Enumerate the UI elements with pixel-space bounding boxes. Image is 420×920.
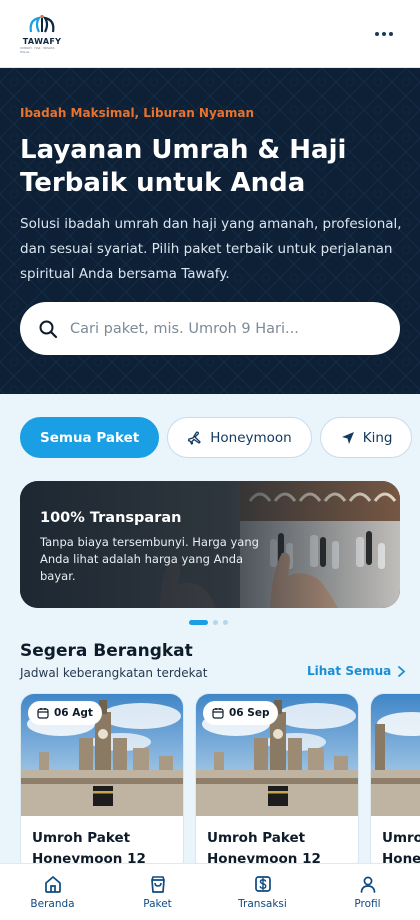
date-badge: 06 Sep: [203, 701, 279, 725]
search-bar[interactable]: [20, 302, 400, 355]
package-card[interactable]: Umroh Paket Honeymoon 12 Hari: [370, 693, 420, 863]
filter-chip-label: King: [362, 429, 393, 446]
calendar-icon: [212, 708, 224, 719]
nav-item-label: Beranda: [30, 898, 75, 910]
more-dot-icon: [382, 31, 386, 36]
search-input[interactable]: [70, 320, 380, 337]
pagination-dot-active[interactable]: [189, 620, 208, 625]
more-menu-button[interactable]: [370, 20, 398, 48]
package-card[interactable]: 06 Agt Umroh Paket Honeymoon 12 Hari: [20, 693, 184, 863]
section-subtitle: Jadwal keberangkatan terdekat: [20, 666, 208, 680]
filter-chip-honeymoon[interactable]: Honeymoon: [167, 417, 312, 458]
nav-item-label: Transaksi: [238, 898, 287, 910]
home-icon: [44, 876, 61, 893]
app-header: TAWAFY UMROH · HAJI · WISATA HALAL: [0, 0, 420, 68]
package-card-image: [371, 694, 420, 816]
pagination-dot[interactable]: [213, 620, 218, 625]
more-dot-icon: [389, 31, 393, 36]
date-badge-label: 06 Agt: [54, 707, 93, 719]
plane-icon: [188, 430, 201, 445]
more-dot-icon: [375, 31, 379, 36]
hero-section: Ibadah Maksimal, Liburan Nyaman Layanan …: [0, 68, 420, 394]
package-card-title: Umroh Paket Honeymoon 12 Hari: [207, 830, 321, 863]
filter-chip-label: Honeymoon: [210, 429, 292, 446]
filter-chip-all[interactable]: Semua Paket: [20, 417, 160, 458]
hero-kicker: Ibadah Maksimal, Liburan Nyaman: [20, 106, 255, 120]
user-icon: [360, 876, 375, 893]
calendar-icon: [37, 708, 49, 719]
filter-chip-king[interactable]: King: [319, 417, 413, 458]
chevron-right-icon: [398, 665, 406, 677]
nav-item-label: Profil: [354, 898, 381, 910]
nav-item-transaksi[interactable]: Transaksi: [210, 864, 315, 920]
bottom-navigation: Beranda Paket Transaksi Profil: [0, 863, 420, 920]
hero-title: Layanan Umrah & Haji Terbaik untuk Anda: [20, 135, 347, 198]
banner-pagination: [189, 620, 228, 625]
section-title: Segera Berangkat: [20, 641, 193, 661]
see-all-link[interactable]: Lihat Semua: [307, 664, 406, 678]
nav-item-label: Paket: [143, 898, 172, 910]
see-all-label: Lihat Semua: [307, 664, 392, 678]
nav-item-paket[interactable]: Paket: [105, 864, 210, 920]
package-card-title: Umroh Paket Honeymoon 12 Hari: [32, 830, 146, 863]
date-badge-label: 06 Sep: [229, 707, 270, 719]
nav-item-beranda[interactable]: Beranda: [0, 864, 105, 920]
banner-text: Tanpa biaya tersembunyi. Harga yang Anda…: [40, 535, 259, 583]
hero-description: Solusi ibadah umrah dan haji yang amanah…: [20, 216, 402, 282]
promo-banner[interactable]: 100% Transparan Tanpa biaya tersembunyi.…: [20, 481, 400, 608]
nav-item-profil[interactable]: Profil: [315, 864, 420, 920]
brand-logo[interactable]: TAWAFY UMROH · HAJI · WISATA HALAL: [20, 14, 64, 54]
dollar-icon: [254, 876, 271, 892]
banner-title: 100% Transparan: [40, 510, 182, 526]
date-badge: 06 Agt: [28, 701, 102, 725]
package-card-title: Umroh Paket Honeymoon 12 Hari: [382, 830, 420, 863]
package-card[interactable]: 06 Sep Umroh Paket Honeymoon 12 Hari: [195, 693, 359, 863]
package-filter-chips: Semua Paket Honeymoon King: [20, 417, 413, 458]
navigation-icon: [341, 431, 354, 444]
search-icon: [39, 320, 58, 338]
bag-icon: [150, 876, 165, 893]
logo-mark-icon: [29, 14, 55, 32]
brand-tagline: UMROH · HAJI · WISATA HALAL: [20, 45, 55, 54]
filter-chip-label: Semua Paket: [40, 429, 140, 446]
departure-cards-carousel: 06 Agt Umroh Paket Honeymoon 12 Hari: [20, 693, 420, 863]
pagination-dot[interactable]: [223, 620, 228, 625]
brand-name: TAWAFY: [22, 36, 62, 46]
